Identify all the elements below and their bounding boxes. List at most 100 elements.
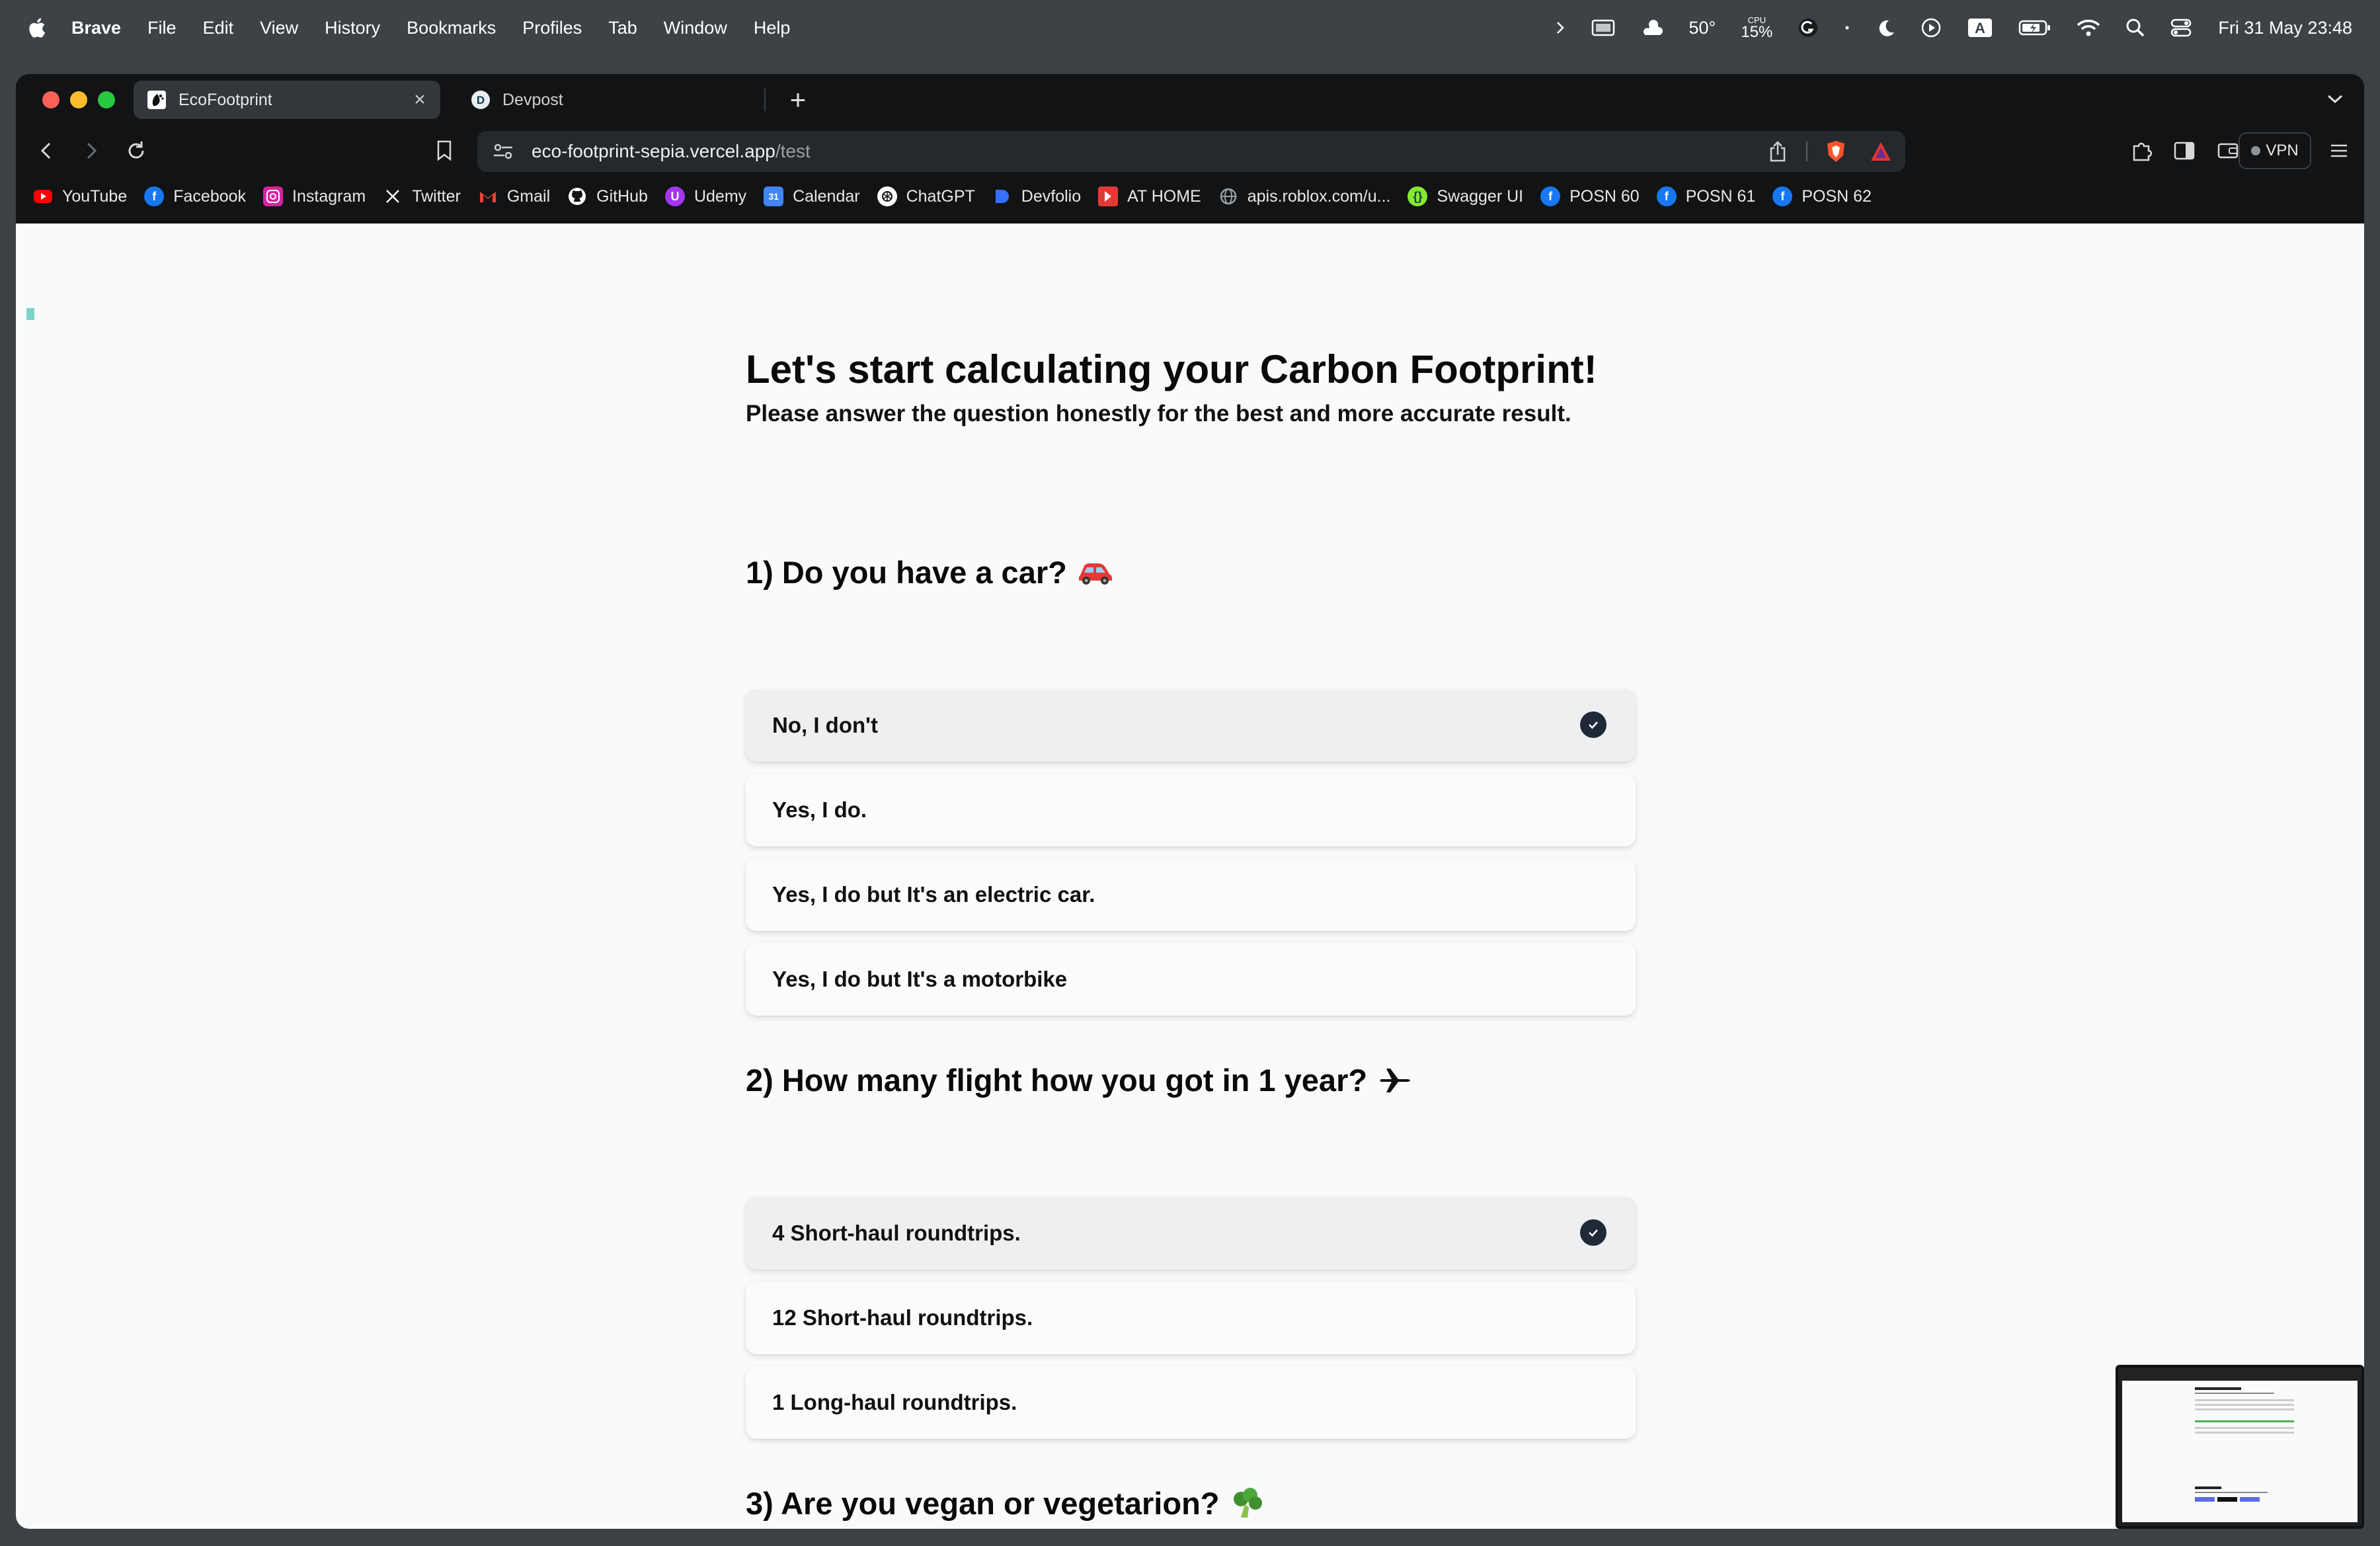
facebook-icon: f	[1540, 186, 1561, 206]
window-close-button[interactable]	[42, 91, 60, 108]
bookmark-label: GitHub	[596, 186, 648, 206]
brave-rewards-icon[interactable]	[1868, 139, 1893, 164]
bookmark-label: Facebook	[173, 186, 247, 206]
site-settings-icon[interactable]	[492, 140, 514, 163]
bookmark-gmail[interactable]: Gmail	[478, 186, 550, 206]
option-car-motorbike[interactable]: Yes, I do but It's a motorbike	[746, 943, 1636, 1016]
bookmark-label: POSN 60	[1569, 186, 1640, 206]
menu-file[interactable]: File	[147, 18, 177, 38]
bookmark-twitter[interactable]: Twitter	[383, 186, 461, 206]
tab-title: Devpost	[502, 90, 563, 109]
menu-edit[interactable]: Edit	[203, 18, 234, 38]
bookmark-posn-61[interactable]: f POSN 61	[1656, 186, 1756, 206]
dot-icon[interactable]	[1844, 24, 1850, 31]
sidebar-toggle-icon[interactable]	[2168, 135, 2200, 167]
wifi-icon[interactable]	[2077, 19, 2100, 37]
forward-arrow-icon[interactable]	[75, 135, 107, 167]
bookmark-roblox-api[interactable]: apis.roblox.com/u...	[1218, 186, 1391, 206]
close-tab-icon[interactable]: ×	[410, 89, 430, 110]
menu-help[interactable]: Help	[754, 18, 791, 38]
window-minimize-button[interactable]	[70, 91, 87, 108]
menu-app-name[interactable]: Brave	[71, 18, 121, 38]
share-icon[interactable]	[1765, 139, 1790, 164]
url-text[interactable]: eco-footprint-sepia.vercel.app/test	[532, 141, 811, 162]
bookmark-label: Swagger UI	[1437, 186, 1524, 206]
address-bar[interactable]: eco-footprint-sepia.vercel.app/test	[477, 131, 1905, 172]
bookmark-label: POSN 62	[1802, 186, 1872, 206]
url-path: /test	[775, 141, 811, 161]
devpost-icon: D	[471, 90, 491, 110]
tab-list-chevron-icon[interactable]	[2322, 86, 2348, 112]
bookmark-posn-62[interactable]: f POSN 62	[1772, 186, 1872, 206]
apple-icon[interactable]	[26, 17, 46, 39]
bookmark-calendar[interactable]: 31 Calendar	[764, 186, 860, 206]
menubar-clock[interactable]: Fri 31 May 23:48	[2218, 18, 2352, 38]
window-thumbnail-preview[interactable]	[2116, 1365, 2364, 1529]
bookmark-instagram[interactable]: Instagram	[263, 186, 366, 206]
control-center-icon[interactable]	[2170, 18, 2192, 38]
bookmark-label: POSN 61	[1685, 186, 1756, 206]
reload-icon[interactable]	[120, 135, 152, 167]
temperature-readout[interactable]: 50°	[1689, 18, 1716, 38]
menu-bookmarks[interactable]: Bookmarks	[407, 18, 496, 38]
page-viewport[interactable]: Let's start calculating your Carbon Foot…	[16, 224, 2364, 1529]
new-tab-button[interactable]: +	[783, 84, 813, 115]
vpn-button[interactable]: VPN	[2239, 132, 2311, 169]
option-car-no[interactable]: No, I don't	[746, 689, 1636, 762]
spotlight-search-icon[interactable]	[2125, 18, 2145, 38]
menu-history[interactable]: History	[325, 18, 380, 38]
battery-icon[interactable]	[2018, 19, 2051, 36]
moon-icon[interactable]	[1876, 18, 1895, 38]
bookmark-label: apis.roblox.com/u...	[1247, 186, 1391, 206]
bookmark-label: ChatGPT	[906, 186, 975, 206]
chevron-right-icon[interactable]	[1554, 20, 1566, 36]
display-icon[interactable]	[1591, 19, 1615, 37]
udemy-icon: U	[664, 186, 685, 206]
page-subtitle: Please answer the question honestly for …	[746, 401, 1571, 427]
option-label: Yes, I do but It's an electric car.	[772, 882, 1095, 907]
option-label: Yes, I do but It's a motorbike	[772, 967, 1068, 991]
bookmark-facebook[interactable]: f Facebook	[144, 186, 246, 206]
extensions-icon[interactable]	[2126, 135, 2158, 167]
bookmark-at-home[interactable]: AT HOME	[1098, 186, 1201, 206]
option-flights-4-short[interactable]: 4 Short-haul roundtrips.	[746, 1197, 1636, 1270]
question-text: 1) Do you have a car?	[746, 555, 1067, 590]
bookmark-icon[interactable]	[428, 135, 460, 167]
menu-view[interactable]: View	[260, 18, 298, 38]
menu-tab[interactable]: Tab	[608, 18, 637, 38]
bookmark-youtube[interactable]: YouTube	[33, 186, 127, 206]
weather-icon[interactable]	[1640, 18, 1664, 38]
option-flights-12-short[interactable]: 12 Short-haul roundtrips.	[746, 1282, 1636, 1354]
menu-window[interactable]: Window	[664, 18, 727, 38]
bookmark-chatgpt[interactable]: ChatGPT	[877, 186, 975, 206]
brave-shields-icon[interactable]	[1823, 139, 1848, 164]
facebook-icon: f	[144, 186, 165, 206]
bookmark-label: AT HOME	[1127, 186, 1201, 206]
cpu-usage[interactable]: CPU 15%	[1741, 16, 1772, 40]
option-flights-1-long[interactable]: 1 Long-haul roundtrips.	[746, 1366, 1636, 1439]
hamburger-menu-icon[interactable]	[2323, 135, 2355, 167]
back-arrow-icon[interactable]	[30, 135, 62, 167]
bookmark-devfolio[interactable]: Devfolio	[992, 186, 1081, 206]
bookmark-udemy[interactable]: U Udemy	[664, 186, 746, 206]
option-label: 1 Long-haul roundtrips.	[772, 1390, 1017, 1414]
athome-icon	[1098, 186, 1119, 206]
grammarly-icon[interactable]	[1798, 17, 1819, 38]
bookmark-label: YouTube	[62, 186, 128, 206]
option-car-yes[interactable]: Yes, I do.	[746, 774, 1636, 846]
tab-ecofootprint[interactable]: EcoFootprint ×	[134, 81, 440, 119]
x-icon	[383, 186, 403, 206]
bookmark-posn-60[interactable]: f POSN 60	[1540, 186, 1640, 206]
bookmark-label: Twitter	[412, 186, 461, 206]
bookmark-github[interactable]: GitHub	[567, 186, 648, 206]
play-circle-icon[interactable]	[1921, 17, 1942, 38]
window-zoom-button[interactable]	[98, 91, 115, 108]
swagger-icon: {}	[1408, 186, 1428, 206]
keyboard-input-icon[interactable]: A	[1967, 17, 1993, 38]
menu-profiles[interactable]: Profiles	[522, 18, 582, 38]
tab-devpost[interactable]: D Devpost	[457, 81, 775, 119]
option-car-electric[interactable]: Yes, I do but It's an electric car.	[746, 858, 1636, 931]
vpn-label: VPN	[2266, 142, 2299, 159]
macos-menu-bar: Brave File Edit View History Bookmarks P…	[0, 0, 2380, 56]
bookmark-swagger-ui[interactable]: {} Swagger UI	[1408, 186, 1523, 206]
